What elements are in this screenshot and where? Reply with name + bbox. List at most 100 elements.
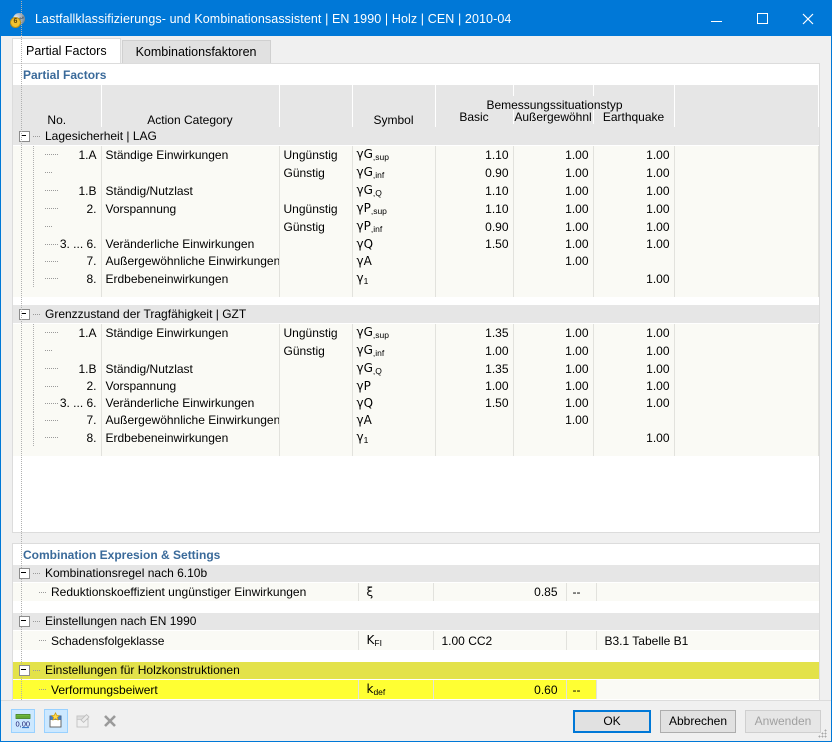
cell-basic[interactable]: 1.35 bbox=[435, 323, 514, 342]
cell-symbol[interactable]: γG,Q bbox=[352, 182, 436, 200]
cell-no[interactable]: 1.B bbox=[13, 182, 102, 200]
cell-symbol[interactable]: γA bbox=[352, 412, 436, 429]
settings-group-row[interactable]: Einstellungen nach EN 1990 bbox=[13, 613, 819, 631]
cell-symbol[interactable]: γ1 bbox=[352, 270, 436, 288]
cell-symbol[interactable]: γP,inf bbox=[352, 218, 436, 236]
cell-no[interactable]: 3. ... 6. bbox=[13, 236, 102, 253]
cell-earthquake[interactable]: 1.00 bbox=[593, 342, 675, 360]
cell-basic[interactable] bbox=[435, 429, 514, 447]
cell-accidental[interactable]: 1.00 bbox=[513, 218, 594, 236]
cell-pad[interactable] bbox=[674, 412, 819, 429]
cell-basic[interactable]: 1.50 bbox=[435, 395, 514, 412]
cell-accidental[interactable]: 1.00 bbox=[513, 236, 594, 253]
cell-no[interactable]: 1.B bbox=[13, 360, 102, 378]
ok-button[interactable]: OK bbox=[573, 709, 651, 733]
cell-pad[interactable] bbox=[674, 395, 819, 412]
settings-row-label[interactable]: Schadensfolgeklasse bbox=[13, 630, 359, 650]
cell-symbol[interactable]: γP,sup bbox=[352, 200, 436, 218]
cell-basic[interactable]: 0.90 bbox=[435, 164, 514, 182]
cell-earthquake[interactable] bbox=[593, 412, 675, 429]
settings-row-label[interactable]: Reduktionskoeffizient ungünstiger Einwir… bbox=[13, 582, 359, 601]
cell-symbol[interactable]: γP bbox=[352, 378, 436, 395]
cell-pad[interactable] bbox=[674, 360, 819, 378]
cell-favourability[interactable]: Günstig bbox=[279, 164, 353, 182]
cell-favourability[interactable]: Günstig bbox=[279, 342, 353, 360]
cell-earthquake[interactable]: 1.00 bbox=[593, 182, 675, 200]
settings-row[interactable]: Schadensfolgeklasse KFI 1.00 CC2 B3.1 Tabel… bbox=[13, 630, 819, 650]
cell-accidental[interactable]: 1.00 bbox=[513, 323, 594, 342]
cell-no[interactable]: 1.A bbox=[13, 323, 102, 342]
table-row[interactable]: Günstig γG,inf 0.90 1.00 1.00 bbox=[13, 164, 819, 182]
tab-kombinationsfaktoren[interactable]: Kombinationsfaktoren bbox=[121, 40, 271, 63]
cell-pad[interactable] bbox=[674, 236, 819, 253]
cell-pad[interactable] bbox=[674, 253, 819, 270]
grid-group-row[interactable]: Grenzzustand der Tragfähigkeit | GZT bbox=[13, 305, 819, 324]
cell-pad[interactable] bbox=[674, 342, 819, 360]
cell-favourability[interactable]: Ungünstig bbox=[279, 323, 353, 342]
cell-basic[interactable]: 1.00 bbox=[435, 378, 514, 395]
cell-symbol[interactable]: γG,inf bbox=[352, 342, 436, 360]
cell-symbol[interactable]: γG,sup bbox=[352, 145, 436, 164]
cell-favourability[interactable] bbox=[279, 412, 353, 429]
cell-basic[interactable] bbox=[435, 253, 514, 270]
cell-action-category[interactable]: Ständig/Nutzlast bbox=[101, 182, 280, 200]
edit-item-icon[interactable] bbox=[71, 709, 95, 733]
table-row[interactable]: 8. Erdbebeneinwirkungen γ1 1.00 bbox=[13, 270, 819, 288]
cell-no[interactable] bbox=[13, 342, 102, 360]
cell-action-category[interactable]: Außergewöhnliche Einwirkungen bbox=[101, 412, 280, 429]
cell-basic[interactable]: 1.35 bbox=[435, 360, 514, 378]
cell-favourability[interactable] bbox=[279, 270, 353, 288]
col-header-favourability[interactable] bbox=[279, 96, 353, 127]
grid-group-row[interactable]: Lagesicherheit | LAG bbox=[13, 127, 819, 146]
col-header-basic[interactable]: Basic bbox=[436, 110, 513, 124]
table-row[interactable]: 2. Vorspannung Ungünstig γP,sup 1.10 1.00 1.00 bbox=[13, 200, 819, 218]
cell-action-category[interactable]: Außergewöhnliche Einwirkungen bbox=[101, 253, 280, 270]
cell-action-category[interactable] bbox=[101, 342, 280, 360]
cell-accidental[interactable]: 1.00 bbox=[513, 200, 594, 218]
table-row[interactable]: Günstig γP,inf 0.90 1.00 1.00 bbox=[13, 218, 819, 236]
cell-symbol[interactable]: γQ bbox=[352, 236, 436, 253]
cell-earthquake[interactable]: 1.00 bbox=[593, 145, 675, 164]
cell-action-category[interactable]: Ständige Einwirkungen bbox=[101, 145, 280, 164]
cell-action-category[interactable]: Ständige Einwirkungen bbox=[101, 323, 280, 342]
cell-symbol[interactable]: γG,inf bbox=[352, 164, 436, 182]
cell-earthquake[interactable]: 1.00 bbox=[593, 429, 675, 447]
cell-no[interactable]: 1.A bbox=[13, 145, 102, 164]
cell-basic[interactable]: 1.10 bbox=[435, 200, 514, 218]
cell-action-category[interactable]: Vorspannung bbox=[101, 200, 280, 218]
cell-favourability[interactable] bbox=[279, 395, 353, 412]
cell-earthquake[interactable] bbox=[593, 253, 675, 270]
cell-basic[interactable]: 1.10 bbox=[435, 145, 514, 164]
cell-action-category[interactable] bbox=[101, 218, 280, 236]
apply-button[interactable]: Anwenden bbox=[745, 709, 821, 733]
cell-action-category[interactable]: Erdbebeneinwirkungen bbox=[101, 270, 280, 288]
group-collapse-icon[interactable] bbox=[19, 568, 30, 579]
col-header-action-category[interactable]: Action Category bbox=[101, 96, 280, 127]
cell-accidental[interactable]: 1.00 bbox=[513, 342, 594, 360]
cell-basic[interactable] bbox=[435, 270, 514, 288]
settings-row-value[interactable]: 1.00 CC2 bbox=[433, 630, 567, 650]
cell-favourability[interactable]: Ungünstig bbox=[279, 145, 353, 164]
cell-pad[interactable] bbox=[674, 164, 819, 182]
cell-accidental[interactable]: 1.00 bbox=[513, 395, 594, 412]
cell-favourability[interactable]: Ungünstig bbox=[279, 200, 353, 218]
cell-basic[interactable]: 0.90 bbox=[435, 218, 514, 236]
cell-no[interactable]: 2. bbox=[13, 200, 102, 218]
settings-group-row[interactable]: Kombinationsregel nach 6.10b bbox=[13, 565, 819, 583]
cell-favourability[interactable] bbox=[279, 182, 353, 200]
cell-favourability[interactable] bbox=[279, 378, 353, 395]
cell-no[interactable]: 8. bbox=[13, 429, 102, 447]
cell-pad[interactable] bbox=[674, 323, 819, 342]
table-row[interactable]: 7. Außergewöhnliche Einwirkungen γA 1.00 bbox=[13, 412, 819, 429]
table-row[interactable]: 7. Außergewöhnliche Einwirkungen γA 1.00 bbox=[13, 253, 819, 270]
table-row[interactable]: 8. Erdbebeneinwirkungen γ1 1.00 bbox=[13, 429, 819, 447]
settings-row-symbol[interactable]: ξ bbox=[358, 582, 434, 601]
cell-basic[interactable]: 1.00 bbox=[435, 342, 514, 360]
cell-accidental[interactable]: 1.00 bbox=[513, 360, 594, 378]
cell-earthquake[interactable]: 1.00 bbox=[593, 218, 675, 236]
cell-earthquake[interactable]: 1.00 bbox=[593, 323, 675, 342]
maximize-button[interactable] bbox=[739, 1, 785, 36]
cancel-button[interactable]: Abbrechen bbox=[660, 709, 736, 733]
cell-symbol[interactable]: γ1 bbox=[352, 429, 436, 447]
set-decimal-places-icon[interactable]: 0,00 bbox=[11, 709, 35, 733]
